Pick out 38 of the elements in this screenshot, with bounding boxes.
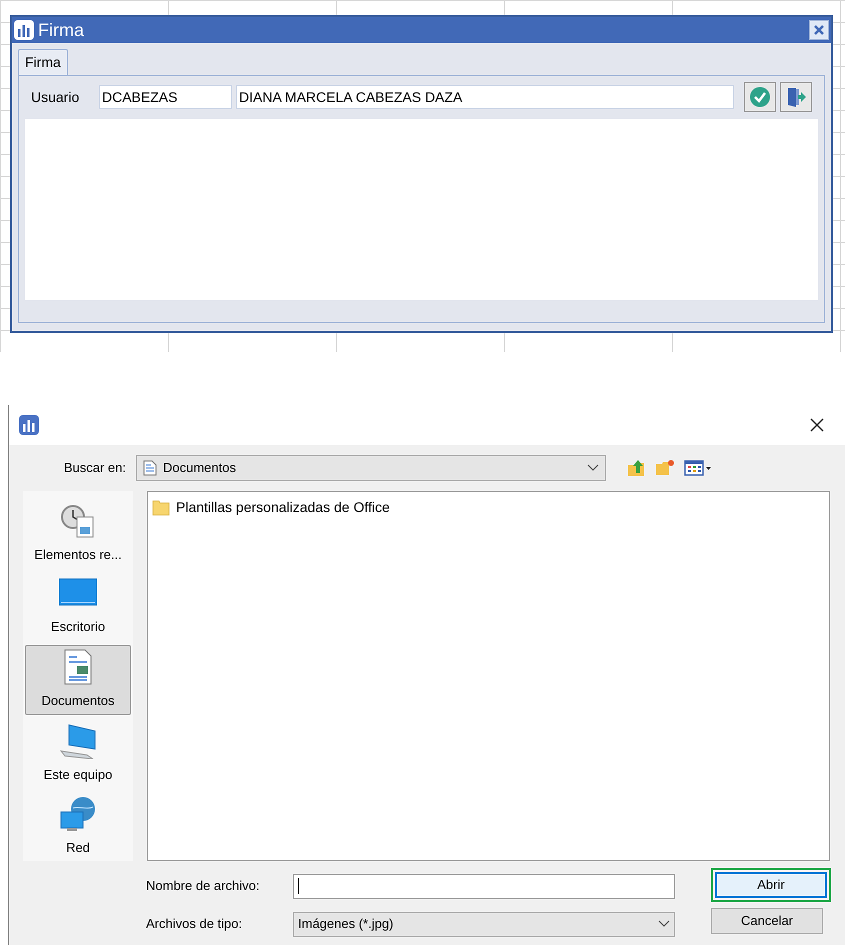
place-item[interactable]: Red bbox=[25, 792, 131, 861]
text-cursor bbox=[298, 878, 299, 894]
checkmark-icon bbox=[749, 86, 771, 108]
field-label: Buscar en: bbox=[62, 459, 127, 478]
place-item[interactable]: Documentos bbox=[25, 644, 131, 716]
exit-button[interactable] bbox=[780, 82, 812, 112]
dropdown-value: Imágenes (*.jpg) bbox=[298, 915, 394, 934]
new-folder-icon bbox=[655, 459, 675, 477]
close-icon bbox=[810, 418, 824, 432]
confirm-button[interactable] bbox=[744, 82, 776, 112]
file-name-field[interactable] bbox=[293, 874, 675, 898]
place-item[interactable]: Este equipo bbox=[25, 719, 131, 788]
user-code-field[interactable]: DCABEZAS bbox=[99, 85, 232, 109]
dialog-button[interactable]: Cancelar bbox=[711, 908, 823, 934]
window-title: Firma bbox=[38, 18, 84, 42]
document-icon bbox=[143, 460, 157, 476]
app-logo-icon bbox=[19, 415, 39, 435]
user-name-field[interactable]: DIANA MARCELA CABEZAS DAZA bbox=[236, 85, 734, 109]
file-type-dropdown[interactable]: Imágenes (*.jpg) bbox=[293, 912, 675, 936]
close-icon bbox=[813, 24, 825, 36]
globe-computer-icon bbox=[59, 796, 97, 832]
folder-icon bbox=[152, 498, 170, 516]
file-item[interactable]: Plantillas personalizadas de Office bbox=[152, 496, 825, 518]
dialog-button[interactable]: Abrir bbox=[715, 872, 827, 898]
folder-up-arrow-icon bbox=[627, 459, 647, 477]
chevron-down-icon bbox=[587, 464, 599, 472]
tab[interactable]: Firma bbox=[18, 49, 68, 75]
computer-icon bbox=[59, 723, 97, 760]
chevron-down-icon bbox=[658, 920, 670, 928]
dropdown-value: Documentos bbox=[163, 459, 237, 478]
place-item[interactable]: Elementos re... bbox=[25, 499, 131, 568]
field-label: Nombre de archivo: bbox=[146, 877, 260, 896]
door-exit-icon bbox=[786, 86, 806, 108]
place-item[interactable]: Escritorio bbox=[25, 572, 131, 641]
look-in-dropdown[interactable]: Documentos bbox=[136, 455, 606, 481]
field-label: Archivos de tipo: bbox=[146, 915, 244, 934]
view-grid-icon bbox=[684, 460, 712, 476]
field-label: Usuario bbox=[30, 88, 80, 106]
